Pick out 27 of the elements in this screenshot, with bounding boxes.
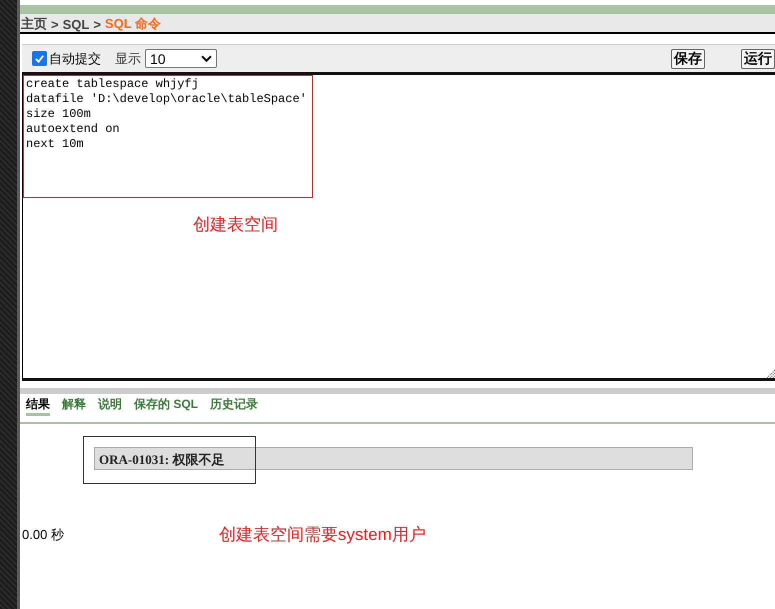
breadcrumb-link[interactable]: 主页 [21,15,47,33]
separator-icon: > [93,16,101,32]
code-line: size 100m [26,107,92,122]
result-tab[interactable]: 说明 [98,396,122,416]
code-line: create tablespace whjyfj [26,77,200,92]
toolbar-button[interactable]: 保存 [671,48,705,68]
elapsed-time: 0.00 秒 [22,526,64,544]
code-line: datafile 'D:\develop\oracle\tableSpace' [26,92,308,107]
annotation-text: 创建表空间需要system用户 [218,524,426,546]
separator-icon: > [51,16,59,32]
resize-grip-icon[interactable] [767,370,775,378]
toolbar-button[interactable]: 运行 [741,48,775,68]
annotation-text: 创建表空间 [193,214,278,236]
error-message: ORA-01031: 权限不足 [94,447,693,470]
result-tab[interactable]: 历史记录 [210,396,258,416]
caret-icon [201,55,212,62]
checkbox-label: 自动提交 [49,50,101,68]
display-label: 显示 [115,50,141,68]
result-tab[interactable]: 解释 [62,396,86,416]
result-tab[interactable]: 结果 [26,396,50,416]
sql-editor[interactable]: create tablespace whjyfj datafile 'D:\develop\oracle\tableSpace' size 100m autoextend on next 10m 创建表空间 [22,72,775,381]
rows-dropdown[interactable]: 10 [145,49,217,68]
code-line: next 10m [26,137,85,152]
autocommit-checkbox[interactable] [32,51,47,66]
result-tab[interactable]: 保存的 SQL [134,396,198,416]
code-line: autoextend on [26,122,121,137]
breadcrumb-link[interactable]: SQL [62,16,90,32]
